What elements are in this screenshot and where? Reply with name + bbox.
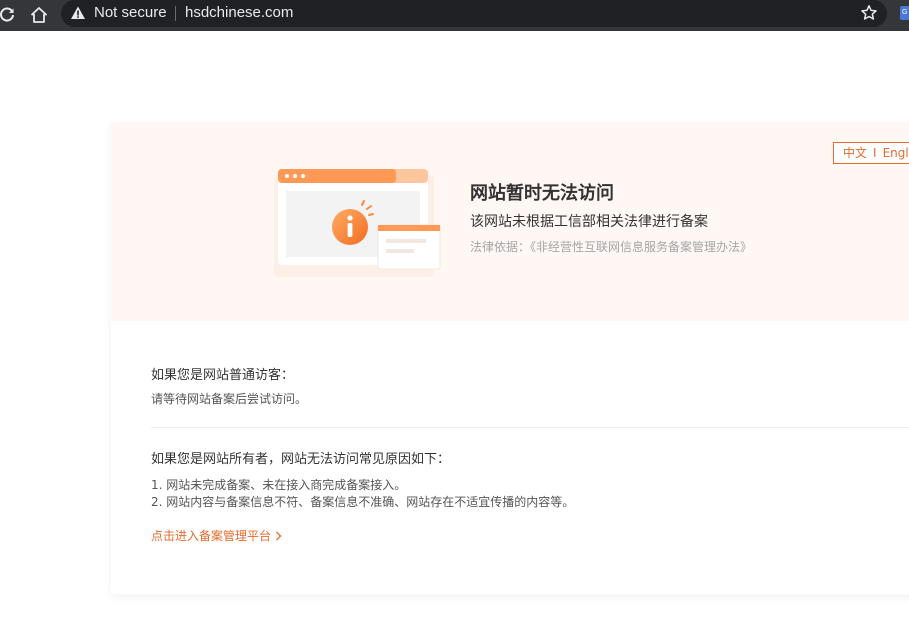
- language-option-chinese[interactable]: 中文: [843, 146, 867, 160]
- url-text[interactable]: hsdchinese.com: [185, 4, 293, 22]
- visitor-section: 如果您是网站普通访客： 请等待网站备案后尝试访问。: [151, 366, 909, 408]
- notice-subtitle: 该网站未根据工信部相关法律进行备案: [470, 214, 708, 230]
- bookmark-star-icon[interactable]: [860, 4, 878, 22]
- filing-portal-link-label[interactable]: 点击进入备案管理平台: [151, 527, 271, 545]
- notice-banner: 中文 I English: [111, 122, 909, 321]
- security-status-label[interactable]: Not secure: [94, 4, 167, 22]
- warning-icon[interactable]: [70, 5, 86, 21]
- owner-section: 如果您是网站所有者，网站无法访问常见原因如下： 1. 网站未完成备案、未在接入商…: [151, 450, 909, 511]
- notice-card: 中文 I English: [111, 122, 909, 594]
- browser-toolbar: Not secure hsdchinese.com G: [0, 0, 909, 31]
- visitor-instruction: 请等待网站备案后尝试访问。: [151, 392, 308, 406]
- visitor-heading: 如果您是网站普通访客：: [151, 368, 295, 383]
- omnibox-divider: [175, 6, 176, 21]
- website-unavailable-illustration: [274, 169, 441, 277]
- reason-item: 1. 网站未完成备案、未在接入商完成备案接入。: [151, 478, 407, 492]
- address-bar[interactable]: Not secure hsdchinese.com: [61, 0, 887, 27]
- reason-item: 2. 网站内容与备案信息不符、备案信息不准确、网站存在不适宜传播的内容等。: [151, 495, 575, 509]
- chevron-right-icon[interactable]: [275, 531, 282, 541]
- owner-heading: 如果您是网站所有者，网站无法访问常见原因如下：: [151, 452, 451, 467]
- reload-icon: [0, 7, 14, 22]
- language-option-english[interactable]: English: [883, 146, 909, 160]
- extension-icon[interactable]: G: [900, 6, 909, 20]
- section-divider: [151, 427, 909, 428]
- reload-button[interactable]: [0, 4, 18, 26]
- notice-title: 网站暂时无法访问: [470, 183, 614, 204]
- home-icon: [31, 7, 47, 23]
- filing-portal-link[interactable]: 点击进入备案管理平台: [151, 527, 282, 545]
- home-button[interactable]: [28, 4, 50, 26]
- language-separator: I: [873, 146, 877, 160]
- language-switch[interactable]: 中文 I English: [833, 142, 909, 164]
- reason-list: 1. 网站未完成备案、未在接入商完成备案接入。 2. 网站内容与备案信息不符、备…: [151, 477, 909, 511]
- legal-basis-text: 法律依据：《非经营性互联网信息服务备案管理办法》: [470, 240, 753, 254]
- page: 中文 I English: [0, 31, 909, 627]
